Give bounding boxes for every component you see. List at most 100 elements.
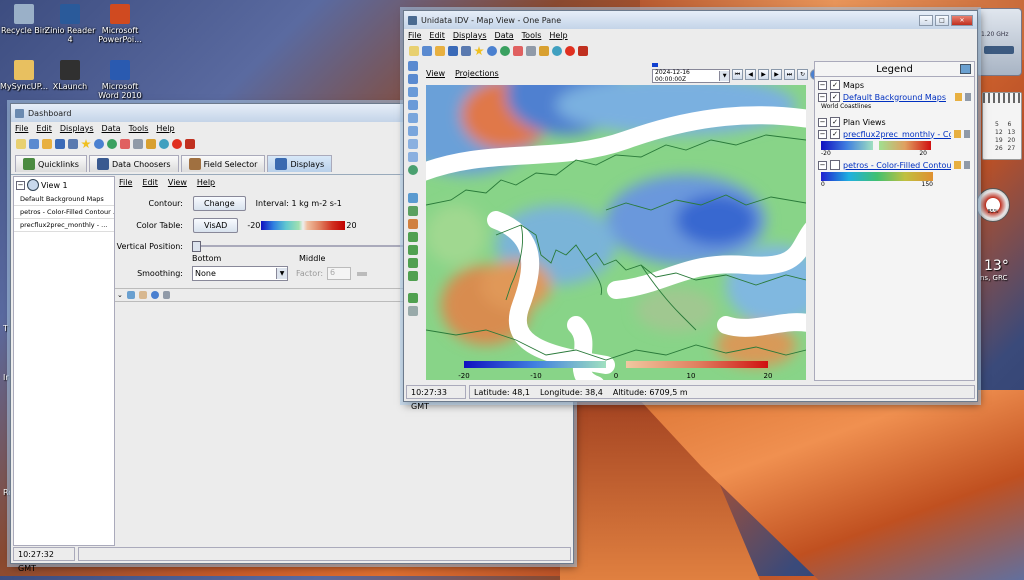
menu-help[interactable]: Help <box>549 31 567 40</box>
menu-displays[interactable]: Displays <box>453 31 487 40</box>
arrow-down-icon[interactable] <box>408 271 418 281</box>
undo-icon[interactable] <box>408 293 418 303</box>
mv-folder-icon[interactable] <box>435 46 445 56</box>
play-button[interactable]: ▶ <box>758 69 769 80</box>
slider-thumb[interactable] <box>192 241 201 252</box>
folder-icon[interactable] <box>42 139 52 149</box>
menu-help[interactable]: Help <box>197 178 215 187</box>
menu-data[interactable]: Data <box>495 31 514 40</box>
zoom-in-icon[interactable] <box>408 61 418 71</box>
save-as-icon[interactable] <box>68 139 78 149</box>
factor-slider-icon[interactable] <box>357 271 368 276</box>
mapview-titlebar[interactable]: Unidata IDV - Map View - One Pane – □ ✕ <box>404 11 977 29</box>
tab-quicklinks[interactable]: Quicklinks <box>15 155 87 172</box>
open-icon[interactable] <box>29 139 39 149</box>
first-frame-button[interactable]: ⏮ <box>732 69 743 80</box>
close-x-icon[interactable] <box>185 139 195 149</box>
change-contour-button[interactable]: Change <box>193 196 246 211</box>
map-canvas[interactable]: -20 -10 0 10 20 <box>426 85 806 380</box>
tree-item[interactable]: Default Background Maps <box>14 193 114 206</box>
petros-trash-icon[interactable] <box>964 161 970 169</box>
info-icon[interactable] <box>150 291 159 299</box>
redo-icon[interactable] <box>408 306 418 316</box>
legend-maps-group[interactable]: − ✓ Maps <box>815 79 974 91</box>
precip-layer-link[interactable]: precflux2prec_monthly - Co... <box>843 130 951 139</box>
close-button[interactable]: ✕ <box>951 14 973 26</box>
tree-item[interactable]: precflux2prec_monthly - ... <box>14 219 114 232</box>
capture-icon[interactable] <box>126 291 135 299</box>
legend-layer-precip[interactable]: − ✓ precflux2prec_monthly - Co... <box>815 128 974 140</box>
mv-pencil-icon[interactable] <box>539 46 549 56</box>
nav-left-icon[interactable] <box>408 206 418 216</box>
mv-eraser-icon[interactable] <box>513 46 523 56</box>
bg-maps-collapse-icon[interactable]: − <box>818 92 827 102</box>
menu-file[interactable]: File <box>119 178 132 187</box>
tab-field-selector[interactable]: Field Selector <box>180 155 266 172</box>
precip-trash-icon[interactable] <box>964 130 970 138</box>
new-view-icon[interactable] <box>16 139 26 149</box>
precip-checkbox[interactable]: ✓ <box>830 129 840 139</box>
legend-background-maps[interactable]: − ✓ Default Background Maps <box>815 91 974 103</box>
stop-icon[interactable] <box>172 139 182 149</box>
bg-maps-link[interactable]: Default Background Maps <box>843 93 952 102</box>
menu-edit[interactable]: Edit <box>36 124 52 133</box>
minimize-button[interactable]: – <box>919 14 933 26</box>
cpu-gadget[interactable]: 1.20 GHz <box>976 8 1022 76</box>
expand-down-icon[interactable]: ⌄ <box>117 291 123 299</box>
mv-help-icon[interactable] <box>487 46 497 56</box>
plan-group-checkbox[interactable]: ✓ <box>830 117 840 127</box>
lock-icon[interactable] <box>955 93 963 101</box>
mv-new-view-icon[interactable] <box>409 46 419 56</box>
petros-checkbox[interactable] <box>830 160 840 170</box>
favorite-star-icon[interactable] <box>81 139 91 149</box>
menu-displays[interactable]: Displays <box>60 124 94 133</box>
maps-group-checkbox[interactable]: ✓ <box>830 80 840 90</box>
eye-icon[interactable] <box>408 193 418 203</box>
arrow-right-icon[interactable] <box>408 245 418 255</box>
bg-maps-trash-icon[interactable] <box>965 93 971 101</box>
rotate-icon[interactable] <box>408 100 418 110</box>
desktop-icon-2[interactable]: Microsoft PowerPoi... <box>88 4 152 44</box>
flip-icon[interactable] <box>408 126 418 136</box>
trash-icon[interactable] <box>162 291 170 299</box>
color-table-preview[interactable] <box>261 221 346 230</box>
vertical-position-slider[interactable] <box>192 241 415 252</box>
tab-data-choosers[interactable]: Data Choosers <box>88 155 179 172</box>
tree-collapse-icon[interactable]: − <box>16 180 25 190</box>
smoothing-select[interactable]: None ▼ <box>192 266 288 281</box>
visad-color-table-button[interactable]: VisAD <box>193 218 239 233</box>
menu-tools[interactable]: Tools <box>522 31 542 40</box>
menu-help[interactable]: Help <box>156 124 174 133</box>
mv-globe-2-icon[interactable] <box>552 46 562 56</box>
step-back-button[interactable]: ◀ <box>745 69 756 80</box>
tab-displays[interactable]: Displays <box>267 155 333 172</box>
menu-file[interactable]: File <box>408 31 421 40</box>
tilt-icon[interactable] <box>408 165 418 175</box>
mv-globe-icon[interactable] <box>500 46 510 56</box>
time-selector[interactable]: 2024-12-16 00:00:00Z ▼ <box>652 69 730 83</box>
arrow-left-icon[interactable] <box>408 232 418 242</box>
time-chevron-down-icon[interactable]: ▼ <box>719 71 729 81</box>
chevron-down-icon[interactable]: ▼ <box>276 268 287 279</box>
menu-tools[interactable]: Tools <box>129 124 149 133</box>
meter-gadget[interactable]: 85% <box>976 188 1010 222</box>
reset-view-icon[interactable] <box>408 139 418 149</box>
zoom-out-icon[interactable] <box>408 74 418 84</box>
maximize-button[interactable]: □ <box>935 14 949 26</box>
factor-input[interactable]: 6 <box>327 267 352 280</box>
plan-collapse-icon[interactable]: − <box>818 117 827 127</box>
tree-item[interactable]: petros - Color-Filled Contour ... <box>14 206 114 219</box>
help-icon[interactable] <box>94 139 104 149</box>
menu-data[interactable]: Data <box>102 124 121 133</box>
bg-maps-checkbox[interactable]: ✓ <box>829 92 840 102</box>
mv-scissors-icon[interactable] <box>526 46 536 56</box>
zoom-box-icon[interactable] <box>408 87 418 97</box>
menu-view[interactable]: View <box>168 178 187 187</box>
pan-icon[interactable] <box>408 113 418 123</box>
desktop-icon-5[interactable]: Microsoft Word 2010 <box>88 60 152 100</box>
mv-save-as-icon[interactable] <box>461 46 471 56</box>
pencil-icon[interactable] <box>146 139 156 149</box>
menu-file[interactable]: File <box>15 124 28 133</box>
legend-layer-petros[interactable]: − petros - Color-Filled Contour... <box>815 159 974 171</box>
view-menu[interactable]: View <box>426 69 445 78</box>
